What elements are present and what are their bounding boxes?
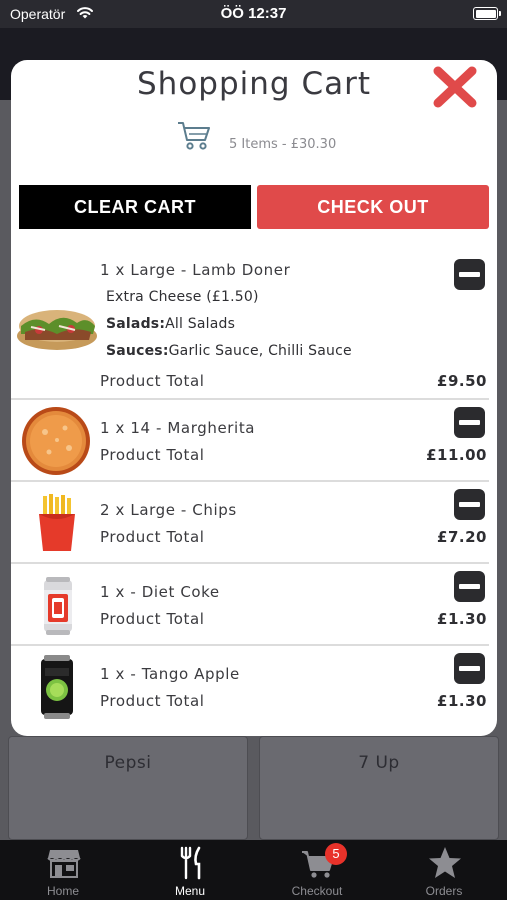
clock: ÖÖ 12:37 [220,5,287,22]
tab-checkout[interactable]: 5 Checkout [254,840,380,900]
cart-icon [178,122,210,150]
remove-item-button[interactable] [454,259,485,290]
tango-apple-can-image [41,655,73,719]
star-icon [429,847,461,878]
product-total-label: Product Total [100,610,205,628]
tab-home[interactable]: Home [0,840,126,900]
diet-coke-can-image [44,577,72,635]
item-option: Extra Cheese (£1.50) [106,289,259,305]
menu-card-label: 7 Up [358,753,400,773]
cart-item: 1 x - Diet Coke Product Total £1.30 [11,564,497,644]
product-total-label: Product Total [100,372,205,390]
tab-label: Orders [425,884,463,898]
item-name: 1 x - Tango Apple [100,665,240,683]
close-icon[interactable] [430,63,480,109]
item-price: £7.20 [437,528,487,546]
cart-item: 2 x Large - Chips Product Total £7.20 [11,482,497,562]
tab-label: Menu [174,884,206,898]
product-total-label: Product Total [100,446,205,464]
menu-card-pepsi: Pepsi [8,736,248,840]
menu-card-label: Pepsi [104,753,152,773]
cart-item: 1 x 14 - Margherita Product Total £11.00 [11,400,497,480]
cart-summary-text: 5 Items - £30.30 [229,137,337,152]
store-icon [47,850,81,878]
tab-label: Checkout [291,884,343,898]
menu-card-7up: 7 Up [259,736,499,840]
item-name: 1 x - Diet Coke [100,583,220,601]
pizza-image [22,407,90,475]
cart-item: 1 x - Tango Apple Product Total £1.30 [11,646,497,726]
item-price: £11.00 [426,446,487,464]
shopping-cart-modal: Shopping Cart 5 Items - £30.30 CLEAR CAR… [11,60,497,736]
item-name: 2 x Large - Chips [100,501,237,519]
checkout-button[interactable]: CHECK OUT [257,185,489,229]
item-price: £9.50 [437,372,487,390]
product-total-label: Product Total [100,528,205,546]
tab-label: Home [46,884,79,898]
item-name: 1 x Large - Lamb Doner [100,261,291,279]
doner-image [17,310,97,350]
item-sauces: Sauces:Garlic Sauce, Chilli Sauce [106,343,352,359]
remove-item-button[interactable] [454,489,485,520]
tab-orders[interactable]: Orders [381,840,507,900]
tab-bar: Home Menu 5 Checkout Orders [0,840,507,900]
item-price: £1.30 [437,610,487,628]
item-salads: Salads:All Salads [106,316,235,332]
tab-menu[interactable]: Menu [127,840,253,900]
modal-title: Shopping Cart [137,66,371,102]
sauces-value: Garlic Sauce, Chilli Sauce [168,343,352,359]
battery-icon [473,7,501,20]
item-name: 1 x 14 - Margherita [100,419,256,437]
remove-item-button[interactable] [454,653,485,684]
sauces-label: Sauces: [106,343,169,359]
cart-item: 1 x Large - Lamb Doner Extra Cheese (£1.… [11,250,497,398]
salads-label: Salads: [106,316,166,332]
chips-image [39,494,75,551]
remove-item-button[interactable] [454,407,485,438]
status-bar: Operatör ÖÖ 12:37 [0,0,507,28]
remove-item-button[interactable] [454,571,485,602]
salads-value: All Salads [165,316,236,332]
product-total-label: Product Total [100,692,205,710]
fork-knife-icon [180,846,201,880]
checkout-badge: 5 [325,843,347,865]
item-price: £1.30 [437,692,487,710]
clear-cart-button[interactable]: CLEAR CART [19,185,251,229]
